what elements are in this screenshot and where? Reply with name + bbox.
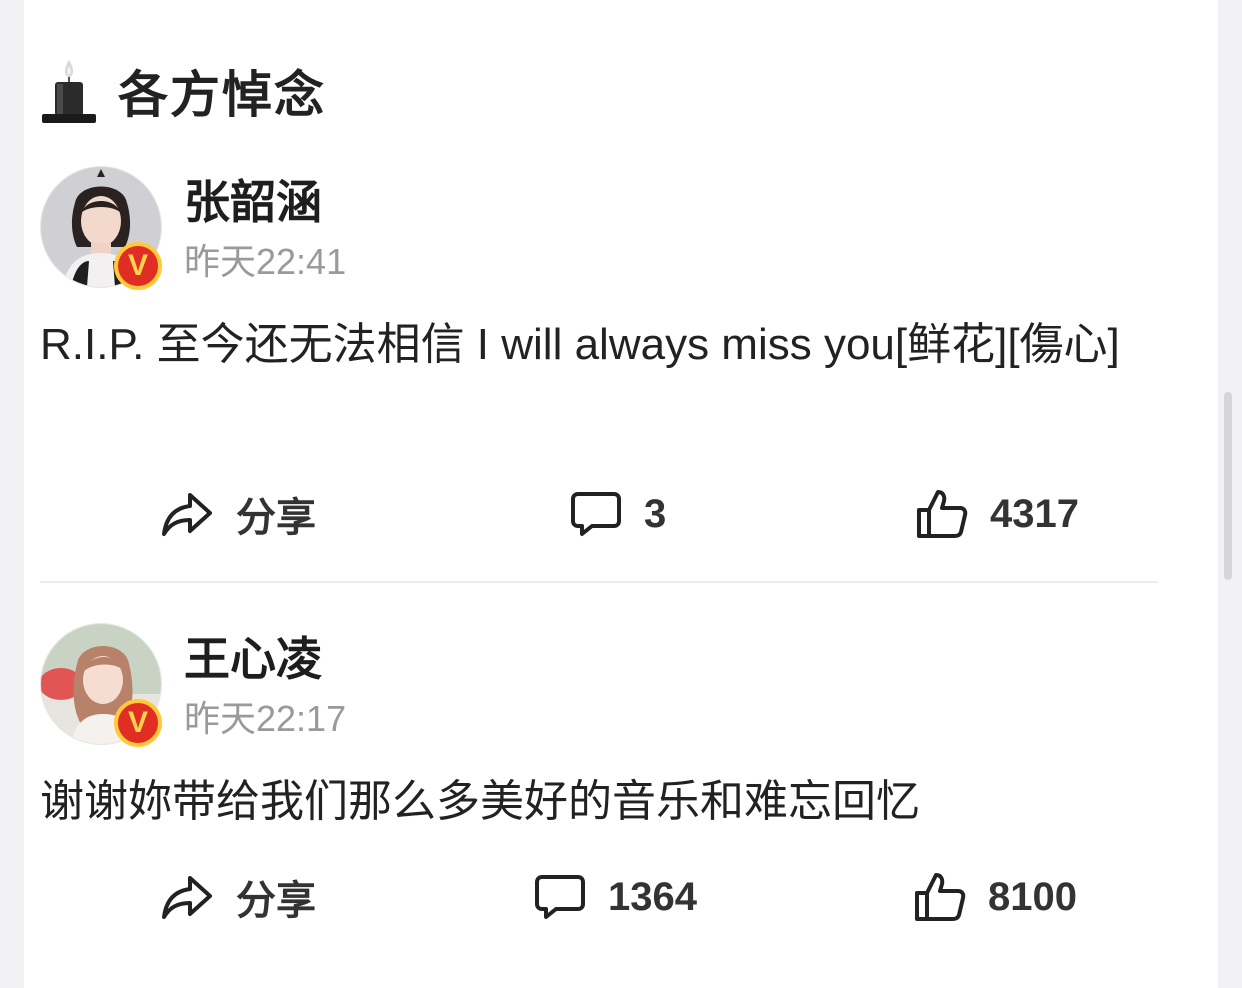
comment-count: 3	[644, 491, 667, 536]
like-count: 8100	[988, 874, 1077, 919]
share-icon	[162, 493, 212, 536]
like-count: 4317	[990, 491, 1079, 536]
post-content: 谢谢妳带给我们那么多美好的音乐和难忘回忆	[40, 777, 920, 826]
comment-icon	[535, 875, 585, 919]
share-button[interactable]: 分享	[160, 484, 316, 544]
avatar[interactable]: V	[39, 623, 162, 747]
comment-button[interactable]: 3	[570, 484, 666, 544]
candle-icon	[42, 60, 96, 123]
post-timestamp: 昨天22:41	[184, 241, 347, 282]
like-button[interactable]: 4317	[916, 484, 1079, 544]
comment-count: 1364	[608, 874, 697, 919]
section-title: 各方悼念	[118, 67, 326, 123]
comment-button[interactable]: 1364	[534, 867, 697, 927]
username[interactable]: 张韶涵	[184, 174, 322, 230]
thumbs-up-icon	[917, 490, 968, 538]
verified-badge-icon: V	[114, 699, 162, 747]
post-timestamp: 昨天22:17	[184, 698, 347, 739]
comment-icon	[571, 492, 621, 536]
post-divider	[40, 581, 1158, 583]
verified-badge-icon: V	[114, 242, 162, 290]
post-item: V 张韶涵 昨天22:41 R.I.P. 至今还无法相信 I will alwa…	[40, 166, 1160, 566]
share-button[interactable]: 分享	[160, 867, 316, 927]
share-label: 分享	[236, 879, 316, 923]
post-item: V 王心凌 昨天22:17 谢谢妳带给我们那么多美好的音乐和难忘回忆 分享 13…	[39, 623, 1160, 953]
share-icon	[162, 876, 212, 919]
post-actions: 分享 1364 8100	[40, 867, 1160, 927]
avatar[interactable]: V	[40, 166, 162, 290]
section-header: 各方悼念	[40, 56, 326, 126]
username[interactable]: 王心凌	[184, 631, 322, 687]
thumbs-up-icon	[915, 873, 966, 921]
like-button[interactable]: 8100	[914, 867, 1077, 927]
share-label: 分享	[236, 496, 316, 540]
post-actions: 分享 3 4317	[40, 484, 1160, 544]
post-content: R.I.P. 至今还无法相信 I will always miss you[鲜花…	[40, 320, 1120, 369]
scrollbar[interactable]	[1224, 392, 1232, 580]
